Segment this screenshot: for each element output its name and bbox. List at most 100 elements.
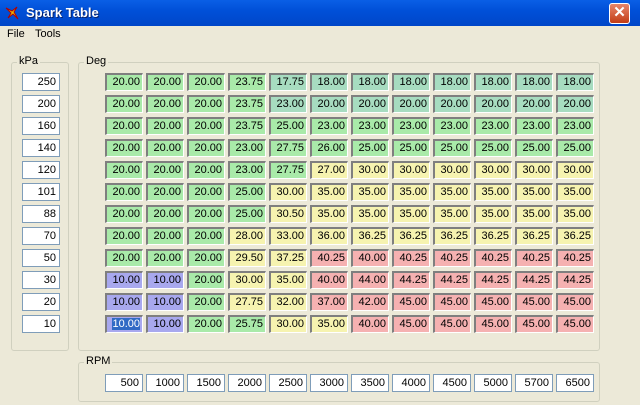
spark-cell[interactable]: 10.00 xyxy=(146,315,184,333)
spark-cell[interactable]: 28.00 xyxy=(228,227,266,245)
spark-cell[interactable]: 35.00 xyxy=(433,205,471,223)
spark-cell[interactable]: 18.00 xyxy=(515,73,553,91)
spark-cell[interactable]: 20.00 xyxy=(105,73,143,91)
rpm-input[interactable]: 1000 xyxy=(146,374,184,392)
spark-cell[interactable]: 45.00 xyxy=(515,315,553,333)
spark-cell[interactable]: 35.00 xyxy=(515,183,553,201)
spark-cell[interactable]: 20.00 xyxy=(105,117,143,135)
spark-cell[interactable]: 25.00 xyxy=(392,139,430,157)
spark-cell[interactable]: 40.25 xyxy=(310,249,348,267)
spark-cell[interactable]: 20.00 xyxy=(187,117,225,135)
spark-cell[interactable]: 27.75 xyxy=(269,161,307,179)
spark-cell[interactable]: 25.75 xyxy=(228,315,266,333)
spark-cell[interactable]: 23.00 xyxy=(556,117,594,135)
spark-cell[interactable]: 30.00 xyxy=(269,183,307,201)
rpm-input[interactable]: 6500 xyxy=(556,374,594,392)
spark-cell[interactable]: 10.00 xyxy=(146,293,184,311)
spark-cell[interactable]: 23.75 xyxy=(228,73,266,91)
spark-cell[interactable]: 44.25 xyxy=(474,271,512,289)
spark-cell[interactable]: 29.50 xyxy=(228,249,266,267)
spark-cell[interactable]: 30.50 xyxy=(269,205,307,223)
spark-cell[interactable]: 30.00 xyxy=(556,161,594,179)
kpa-input[interactable]: 30 xyxy=(22,271,60,289)
spark-cell[interactable]: 23.00 xyxy=(392,117,430,135)
spark-cell[interactable]: 40.25 xyxy=(392,249,430,267)
spark-cell[interactable]: 18.00 xyxy=(556,73,594,91)
spark-cell[interactable]: 20.00 xyxy=(105,249,143,267)
spark-cell[interactable]: 35.00 xyxy=(392,205,430,223)
spark-cell[interactable]: 10.00 xyxy=(105,315,143,333)
spark-cell[interactable]: 20.00 xyxy=(105,95,143,113)
spark-cell[interactable]: 20.00 xyxy=(105,227,143,245)
kpa-input[interactable]: 250 xyxy=(22,73,60,91)
spark-cell[interactable]: 35.00 xyxy=(351,183,389,201)
spark-cell[interactable]: 36.25 xyxy=(474,227,512,245)
spark-cell[interactable]: 23.00 xyxy=(515,117,553,135)
spark-cell[interactable]: 40.00 xyxy=(351,315,389,333)
spark-cell[interactable]: 37.25 xyxy=(269,249,307,267)
spark-cell[interactable]: 40.25 xyxy=(433,249,471,267)
kpa-input[interactable]: 120 xyxy=(22,161,60,179)
spark-cell[interactable]: 42.00 xyxy=(351,293,389,311)
spark-cell[interactable]: 18.00 xyxy=(433,73,471,91)
spark-cell[interactable]: 17.75 xyxy=(269,73,307,91)
kpa-input[interactable]: 20 xyxy=(22,293,60,311)
spark-cell[interactable]: 20.00 xyxy=(187,95,225,113)
spark-cell[interactable]: 20.00 xyxy=(187,183,225,201)
spark-cell[interactable]: 23.00 xyxy=(351,117,389,135)
rpm-input[interactable]: 4500 xyxy=(433,374,471,392)
spark-cell[interactable]: 45.00 xyxy=(515,293,553,311)
spark-cell[interactable]: 20.00 xyxy=(146,95,184,113)
spark-cell[interactable]: 20.00 xyxy=(392,95,430,113)
spark-cell[interactable]: 25.00 xyxy=(556,139,594,157)
rpm-input[interactable]: 2500 xyxy=(269,374,307,392)
rpm-input[interactable]: 500 xyxy=(105,374,143,392)
spark-cell[interactable]: 20.00 xyxy=(474,95,512,113)
spark-cell[interactable]: 23.00 xyxy=(474,117,512,135)
spark-cell[interactable]: 40.25 xyxy=(556,249,594,267)
spark-cell[interactable]: 36.25 xyxy=(392,227,430,245)
spark-cell[interactable]: 25.00 xyxy=(228,183,266,201)
kpa-input[interactable]: 140 xyxy=(22,139,60,157)
spark-cell[interactable]: 20.00 xyxy=(105,139,143,157)
kpa-input[interactable]: 88 xyxy=(22,205,60,223)
spark-cell[interactable]: 20.00 xyxy=(105,183,143,201)
spark-cell[interactable]: 23.75 xyxy=(228,95,266,113)
spark-cell[interactable]: 35.00 xyxy=(351,205,389,223)
spark-cell[interactable]: 32.00 xyxy=(269,293,307,311)
spark-cell[interactable]: 10.00 xyxy=(105,293,143,311)
spark-cell[interactable]: 20.00 xyxy=(187,249,225,267)
spark-cell[interactable]: 23.00 xyxy=(269,95,307,113)
spark-cell[interactable]: 20.00 xyxy=(187,161,225,179)
spark-cell[interactable]: 45.00 xyxy=(433,293,471,311)
spark-cell[interactable]: 30.00 xyxy=(392,161,430,179)
spark-cell[interactable]: 20.00 xyxy=(556,95,594,113)
spark-cell[interactable]: 23.00 xyxy=(228,139,266,157)
spark-cell[interactable]: 23.00 xyxy=(310,117,348,135)
spark-cell[interactable]: 20.00 xyxy=(146,161,184,179)
spark-cell[interactable]: 20.00 xyxy=(187,227,225,245)
kpa-input[interactable]: 160 xyxy=(22,117,60,135)
spark-cell[interactable]: 20.00 xyxy=(187,315,225,333)
spark-cell[interactable]: 40.25 xyxy=(474,249,512,267)
spark-cell[interactable]: 30.00 xyxy=(351,161,389,179)
spark-cell[interactable]: 20.00 xyxy=(515,95,553,113)
menu-file[interactable]: File xyxy=(7,28,25,40)
spark-cell[interactable]: 18.00 xyxy=(474,73,512,91)
spark-cell[interactable]: 18.00 xyxy=(392,73,430,91)
spark-cell[interactable]: 35.00 xyxy=(515,205,553,223)
spark-cell[interactable]: 20.00 xyxy=(146,205,184,223)
spark-cell[interactable]: 20.00 xyxy=(187,271,225,289)
rpm-input[interactable]: 2000 xyxy=(228,374,266,392)
kpa-input[interactable]: 70 xyxy=(22,227,60,245)
spark-cell[interactable]: 35.00 xyxy=(310,183,348,201)
spark-cell[interactable]: 20.00 xyxy=(105,205,143,223)
spark-cell[interactable]: 37.00 xyxy=(310,293,348,311)
spark-cell[interactable]: 35.00 xyxy=(310,315,348,333)
spark-cell[interactable]: 20.00 xyxy=(187,73,225,91)
spark-cell[interactable]: 44.25 xyxy=(515,271,553,289)
spark-cell[interactable]: 30.00 xyxy=(515,161,553,179)
spark-cell[interactable]: 20.00 xyxy=(187,205,225,223)
spark-cell[interactable]: 20.00 xyxy=(146,227,184,245)
spark-cell[interactable]: 25.00 xyxy=(515,139,553,157)
